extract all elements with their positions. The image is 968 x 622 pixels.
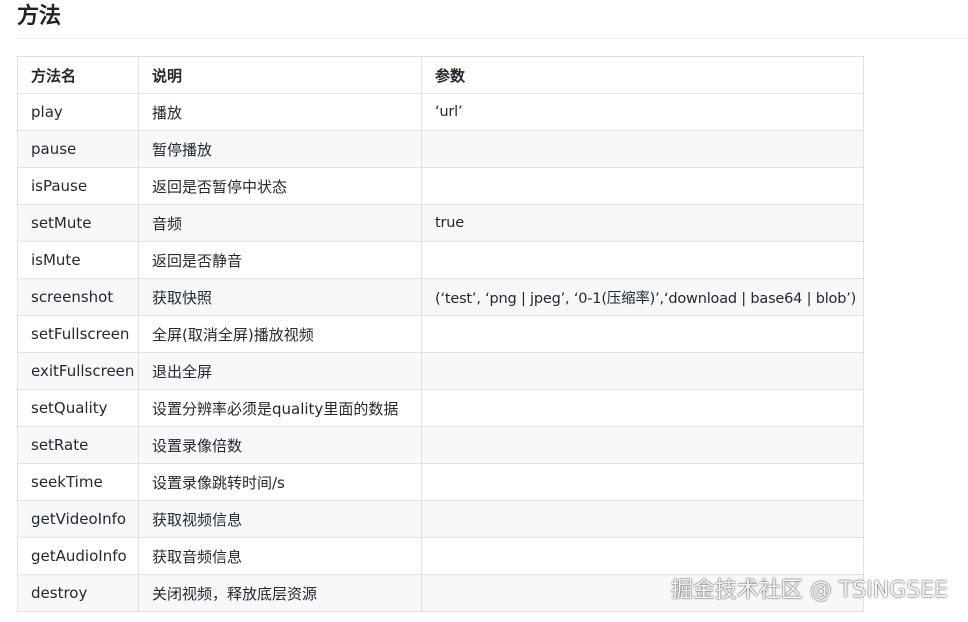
column-header-method-name: 方法名: [17, 56, 139, 94]
method-name-cell: getAudioInfo: [17, 537, 139, 575]
method-name-cell: setMute: [17, 204, 139, 242]
description-cell: 获取视频信息: [138, 500, 422, 538]
table-row: play 播放 ‘url’: [17, 93, 864, 131]
method-name-cell: seekTime: [17, 463, 139, 501]
table-row: isMute 返回是否静音: [17, 241, 864, 279]
description-cell: 关闭视频，释放底层资源: [138, 574, 422, 612]
heading-divider: [17, 38, 968, 39]
method-name-cell: isPause: [17, 167, 139, 205]
description-cell: 返回是否静音: [138, 241, 422, 279]
section-heading: 方法: [17, 4, 62, 29]
table-row: setMute 音频 true: [17, 204, 864, 242]
table-row: getVideoInfo 获取视频信息: [17, 500, 864, 538]
parameters-cell: [421, 537, 864, 575]
parameters-cell: [421, 500, 864, 538]
description-cell: 获取快照: [138, 278, 422, 316]
method-name-cell: destroy: [17, 574, 139, 612]
parameters-cell: true: [421, 204, 864, 242]
table-row: seekTime 设置录像跳转时间/s: [17, 463, 864, 501]
parameters-cell: [421, 315, 864, 353]
parameters-cell: [421, 426, 864, 464]
parameters-cell: ‘url’: [421, 93, 864, 131]
description-cell: 设置分辨率必须是quality里面的数据: [138, 389, 422, 427]
table-row: setFullscreen 全屏(取消全屏)播放视频: [17, 315, 864, 353]
parameters-cell: [421, 167, 864, 205]
method-name-cell: getVideoInfo: [17, 500, 139, 538]
column-header-parameters: 参数: [421, 56, 864, 94]
method-name-cell: setRate: [17, 426, 139, 464]
method-name-cell: setQuality: [17, 389, 139, 427]
parameters-cell: [421, 463, 864, 501]
parameters-cell: [421, 352, 864, 390]
table-row: screenshot 获取快照 (‘test’, ‘png | jpeg’, ‘0-…: [17, 278, 864, 316]
table-body: play 播放 ‘url’ pause 暂停播放 isPause 返回是否暂停中状态 setM…: [17, 93, 864, 612]
table-header-row: 方法名 说明 参数: [17, 56, 864, 94]
table-row: isPause 返回是否暂停中状态: [17, 167, 864, 205]
method-name-cell: exitFullscreen: [17, 352, 139, 390]
description-cell: 设置录像倍数: [138, 426, 422, 464]
description-cell: 设置录像跳转时间/s: [138, 463, 422, 501]
description-cell: 返回是否暂停中状态: [138, 167, 422, 205]
method-name-cell: setFullscreen: [17, 315, 139, 353]
table-row: setQuality 设置分辨率必须是quality里面的数据: [17, 389, 864, 427]
table-row: setRate 设置录像倍数: [17, 426, 864, 464]
table-row: getAudioInfo 获取音频信息: [17, 537, 864, 575]
description-cell: 退出全屏: [138, 352, 422, 390]
method-name-cell: pause: [17, 130, 139, 168]
description-cell: 暂停播放: [138, 130, 422, 168]
description-cell: 播放: [138, 93, 422, 131]
table-row: exitFullscreen 退出全屏: [17, 352, 864, 390]
method-name-cell: screenshot: [17, 278, 139, 316]
method-name-cell: isMute: [17, 241, 139, 279]
table-row: pause 暂停播放: [17, 130, 864, 168]
methods-table: 方法名 说明 参数 play 播放 ‘url’ pause 暂停播放 isPause 返回是…: [17, 56, 864, 612]
watermark: 掘金技术社区 @ TSINGSEE: [670, 578, 948, 603]
method-name-cell: play: [17, 93, 139, 131]
column-header-description: 说明: [138, 56, 422, 94]
description-cell: 全屏(取消全屏)播放视频: [138, 315, 422, 353]
description-cell: 获取音频信息: [138, 537, 422, 575]
parameters-cell: (‘test’, ‘png | jpeg’, ‘0-1(压缩率)’,‘downl…: [421, 278, 864, 316]
parameters-cell: [421, 241, 864, 279]
parameters-cell: [421, 389, 864, 427]
description-cell: 音频: [138, 204, 422, 242]
parameters-cell: [421, 130, 864, 168]
